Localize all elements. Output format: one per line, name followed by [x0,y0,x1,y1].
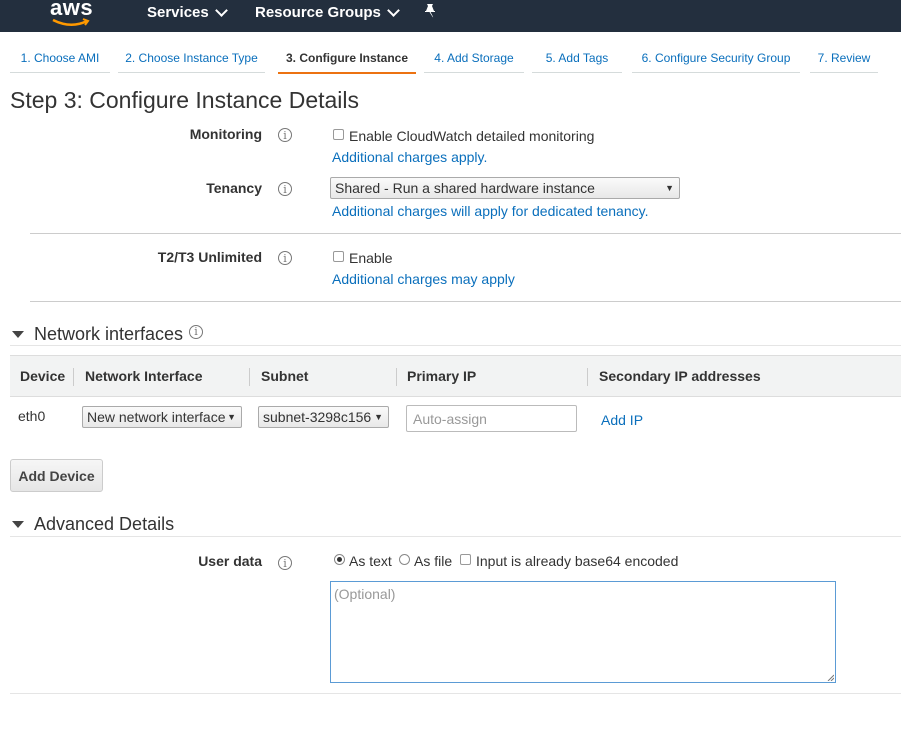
network-table-header: Device Network Interface Subnet Primary … [10,355,901,397]
column-divider [587,368,588,386]
step-add-storage[interactable]: 4. Add Storage [424,44,524,73]
as-file-label: As file [414,553,453,569]
base64-label: Input is already base64 encoded [476,553,679,569]
divider [10,693,901,694]
tenancy-selected-value: Shared - Run a shared hardware instance [335,180,595,196]
divider [30,233,901,234]
unlimited-charges-link[interactable]: Additional charges may apply [332,271,515,287]
divider [30,301,901,302]
collapse-triangle-icon [12,331,24,338]
info-icon[interactable]: i [189,324,204,339]
dropdown-arrow-icon: ▼ [227,412,236,422]
tenancy-label: Tenancy [206,180,262,196]
col-secondary-ip: Secondary IP addresses [599,368,761,384]
tenancy-charges-link[interactable]: Additional charges will apply for dedica… [332,203,648,219]
divider [10,345,901,346]
collapse-triangle-icon [12,521,24,528]
dropdown-arrow-icon: ▼ [665,183,674,193]
as-text-label: As text [349,553,392,569]
step-choose-instance-type[interactable]: 2. Choose Instance Type [118,44,265,73]
monitoring-checkbox[interactable] [333,129,344,140]
step-add-tags[interactable]: 5. Add Tags [532,44,622,73]
advanced-details-title: Advanced Details [34,514,175,534]
info-icon[interactable]: i [278,556,292,570]
resize-handle-icon[interactable] [827,674,834,681]
unlimited-label: T2/T3 Unlimited [157,249,262,265]
network-interface-select[interactable]: New network interface ▼ [82,406,242,428]
aws-smile-icon [52,18,90,26]
as-file-radio[interactable] [399,554,410,565]
user-data-placeholder: (Optional) [334,586,396,602]
chevron-down-icon [387,3,400,17]
advanced-details-toggle[interactable]: Advanced Details [12,514,174,535]
unlimited-checkbox-label: Enable [349,250,393,266]
tenancy-select[interactable]: Shared - Run a shared hardware instance … [330,177,680,199]
monitoring-label: Monitoring [189,126,262,142]
col-network-interface: Network Interface [85,368,203,384]
step-configure-instance[interactable]: 3. Configure Instance [278,44,416,74]
services-menu[interactable]: Services [147,3,228,21]
page-title: Step 3: Configure Instance Details [10,87,360,113]
divider [10,536,901,537]
base64-checkbox[interactable] [460,554,471,565]
monitoring-charges-link[interactable]: Additional charges apply. [332,149,487,165]
services-label: Services [147,4,209,21]
primary-ip-input[interactable]: Auto-assign [406,405,577,432]
column-divider [249,368,250,386]
info-icon[interactable]: i [278,251,292,265]
step-choose-ami[interactable]: 1. Choose AMI [10,44,110,73]
user-data-label: User data [198,553,262,569]
device-cell: eth0 [18,408,46,424]
step-review[interactable]: 7. Review [810,44,878,73]
info-icon[interactable]: i [278,182,292,196]
resource-groups-label: Resource Groups [255,4,381,21]
unlimited-checkbox[interactable] [333,251,344,262]
info-icon[interactable]: i [278,128,292,142]
column-divider [73,368,74,386]
step-configure-security-group[interactable]: 6. Configure Security Group [632,44,800,73]
subnet-value: subnet-3298c156 [263,409,372,425]
network-interface-value: New network interface [87,409,226,425]
col-primary-ip: Primary IP [407,368,477,384]
add-ip-link[interactable]: Add IP [601,412,643,428]
monitoring-checkbox-label: Enable CloudWatch detailed monitoring [349,128,595,144]
network-interfaces-title: Network interfaces [34,324,184,344]
as-text-radio[interactable] [334,554,345,565]
dropdown-arrow-icon: ▼ [374,412,383,422]
col-subnet: Subnet [261,368,309,384]
resource-groups-menu[interactable]: Resource Groups [255,3,400,21]
col-device: Device [20,368,66,384]
top-nav-bar: aws Services Resource Groups [0,0,901,32]
pin-icon[interactable] [422,3,438,21]
subnet-select[interactable]: subnet-3298c156 ▼ [258,406,389,428]
network-interfaces-toggle[interactable]: Network interfaces i [12,324,207,345]
chevron-down-icon [214,3,228,17]
add-device-button[interactable]: Add Device [10,459,103,492]
column-divider [396,368,397,386]
user-data-textarea[interactable]: (Optional) [330,581,836,683]
